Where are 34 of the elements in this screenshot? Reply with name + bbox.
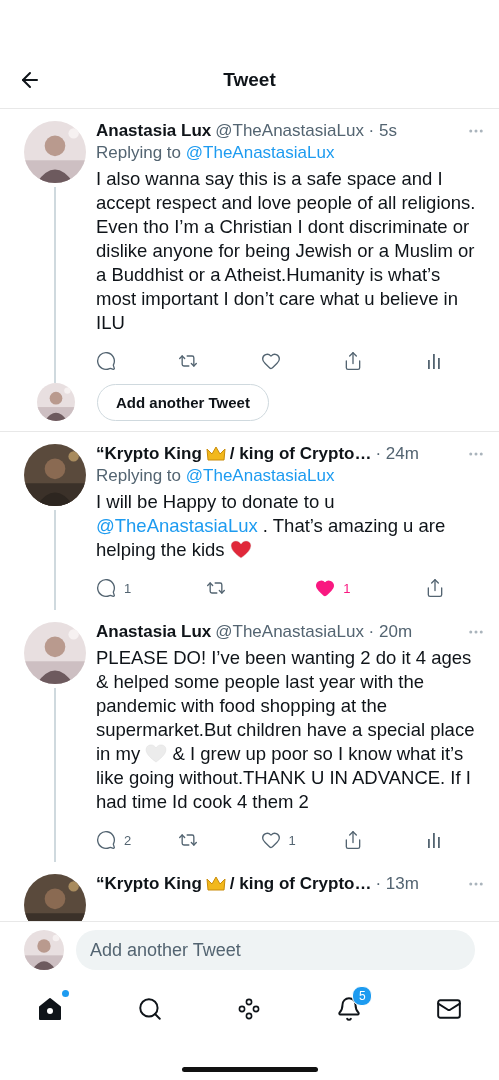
tweet-meta: @TheAnastasiaLux · 5s	[215, 121, 397, 141]
reply-icon	[96, 578, 116, 598]
mention-link[interactable]: @TheAnastasiaLux	[96, 515, 258, 536]
author-name: / king of Crypto…	[229, 874, 372, 894]
tweet-meta: · 13m	[375, 874, 419, 894]
tweet-text: I also wanna say this is a safe space and I accept respect and love people of all religions. Even tho I’m a Christian I dont discriminate or dislike anyone for being Jewish or a Muslim or a Buddhist or a Atheist.Humanity is what’s most important I don’t care what u believe in ILU	[96, 167, 477, 335]
replying-to: Replying to @TheAnastasiaLux	[96, 466, 336, 486]
notifications-tab[interactable]: 5	[326, 986, 373, 1032]
add-tweet-button[interactable]: Add another Tweet	[97, 383, 269, 421]
reply-icon	[96, 351, 116, 371]
like-button[interactable]: 1	[315, 578, 356, 598]
author-name: / king of Crypto…	[229, 444, 372, 464]
stats-icon	[425, 831, 443, 849]
tweet-text: PLEASE DO! I’ve been wanting 2 do it 4 ages & helped some people last year with the pandemic with food shopping at the supermarket.But children have a special place in my & I grew up poor so I know what it’s like going without.THANK U IN ADVANCE. If I had time Id cook 4 them 2	[96, 646, 476, 814]
reply-icon	[96, 830, 116, 850]
like-button[interactable]: 1	[260, 830, 301, 850]
page-title: Tweet	[222, 69, 277, 91]
mention-link[interactable]: @TheAnastasiaLux	[185, 466, 335, 485]
crown-icon	[205, 445, 226, 463]
replying-to: Replying to @TheAnastasiaLux	[96, 143, 336, 163]
author-name: “Krypto King	[96, 874, 202, 894]
reply-field[interactable]: Add another Tweet	[76, 930, 475, 970]
stats-icon	[425, 352, 443, 370]
mention-link[interactable]: @TheAnastasiaLux	[185, 143, 335, 162]
author-name: Anastasia Lux	[96, 622, 212, 642]
tweet-meta: · 24m	[375, 444, 419, 464]
notification-count: 5	[352, 986, 373, 1006]
tweet-meta: @TheAnastasiaLux · 20m	[215, 622, 413, 642]
author-name: “Krypto King	[96, 444, 202, 464]
reply-button[interactable]: 2	[96, 830, 136, 850]
author-name: Anastasia Lux	[96, 121, 212, 141]
tweet-text: I will be Happy to donate to u @TheAnastasiaLux . That’s amazing u are helping the kids	[96, 490, 447, 562]
reply-button[interactable]: 1	[96, 578, 136, 598]
crown-icon	[205, 875, 226, 893]
